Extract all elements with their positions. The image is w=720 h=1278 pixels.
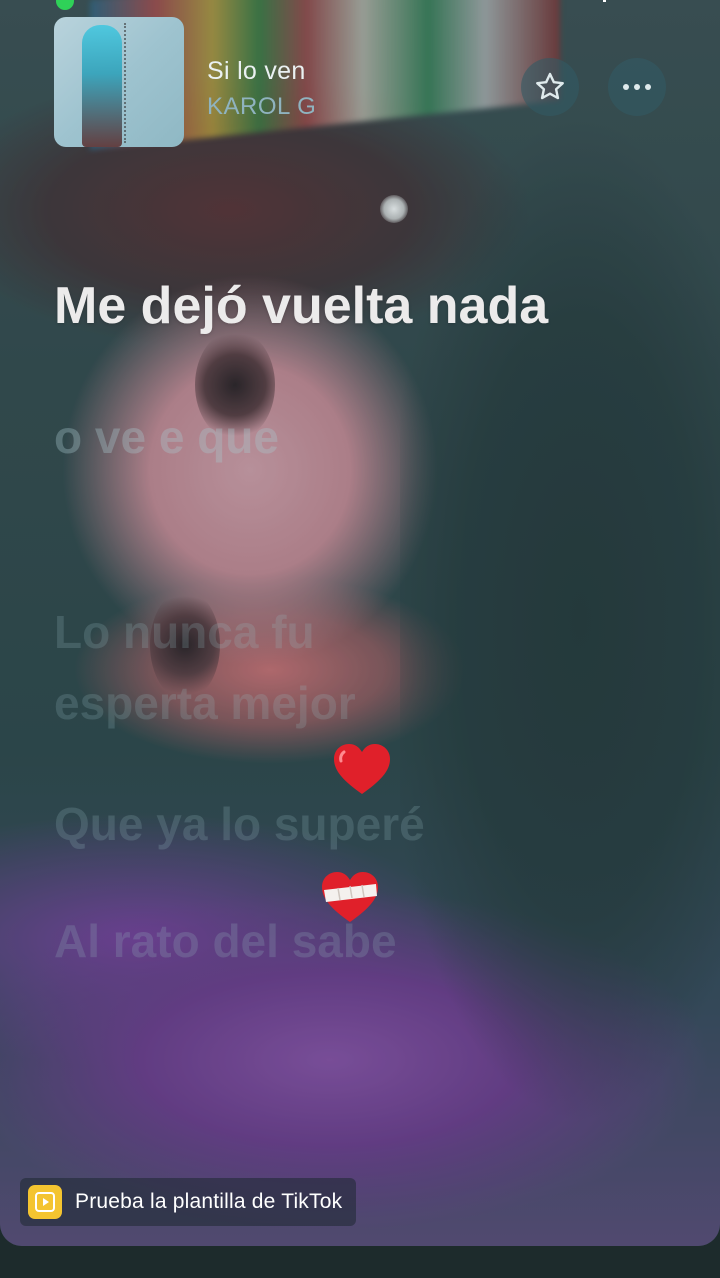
current-lyric-line: Me dejó vuelta nada	[54, 277, 549, 335]
story-screen: Si lo ven KAROL G Me dejó vuelta nada o …	[0, 0, 720, 1278]
song-artist[interactable]: KAROL G	[207, 93, 316, 121]
upcoming-lyric-line: Que ya lo superé	[54, 798, 425, 850]
story-card: Si lo ven KAROL G Me dejó vuelta nada o …	[0, 0, 720, 1246]
album-cover[interactable]	[54, 17, 184, 147]
more-options-button[interactable]	[608, 58, 666, 116]
heart-sticker[interactable]	[332, 742, 392, 803]
tiktok-template-badge[interactable]: Prueba la plantilla de TikTok	[20, 1178, 357, 1226]
more-horizontal-icon	[623, 84, 651, 90]
music-header: Si lo ven KAROL G	[54, 17, 674, 147]
template-play-icon	[28, 1185, 62, 1219]
upcoming-lyric-line: Lo nunca fu	[54, 606, 315, 658]
red-heart-icon	[334, 744, 390, 794]
upcoming-lyric-line: esperta mejor	[54, 677, 356, 729]
star-icon	[536, 72, 564, 100]
upcoming-lyric-line: o ve e que	[54, 411, 279, 463]
mending-heart-sticker[interactable]	[320, 870, 380, 931]
song-title[interactable]: Si lo ven	[207, 57, 306, 86]
favorite-button[interactable]	[521, 58, 579, 116]
template-badge-label: Prueba la plantilla de TikTok	[75, 1190, 343, 1213]
signal-icon	[603, 0, 606, 2]
album-cover-lyrics-line	[110, 23, 126, 143]
mending-heart-icon	[322, 872, 378, 922]
